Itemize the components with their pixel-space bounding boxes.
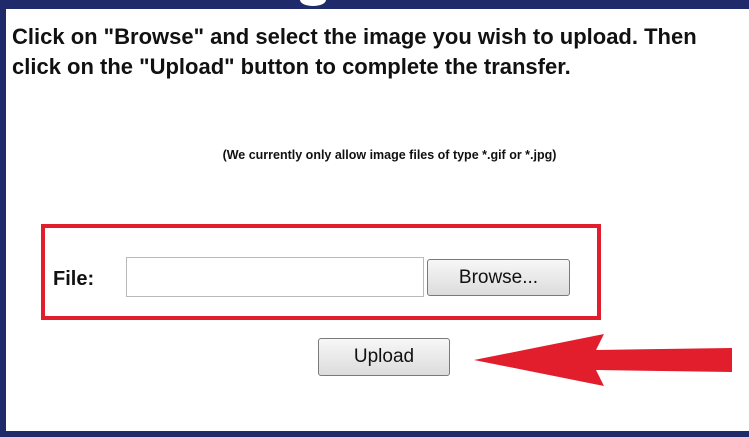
file-type-note: (We currently only allow image files of …: [222, 148, 557, 162]
window-left-border: [0, 0, 6, 437]
arrow-shape: [474, 334, 732, 386]
upload-instructions: Click on "Browse" and select the image y…: [12, 24, 697, 79]
top-border-notch: [300, 0, 326, 6]
red-arrow-pointer: [474, 334, 732, 386]
upload-button[interactable]: Upload: [318, 338, 450, 376]
window-bottom-border: [0, 431, 749, 437]
browse-button[interactable]: Browse...: [427, 259, 570, 296]
file-path-input[interactable]: [126, 257, 424, 297]
window-top-border: [0, 0, 749, 9]
file-label: File:: [53, 268, 95, 290]
